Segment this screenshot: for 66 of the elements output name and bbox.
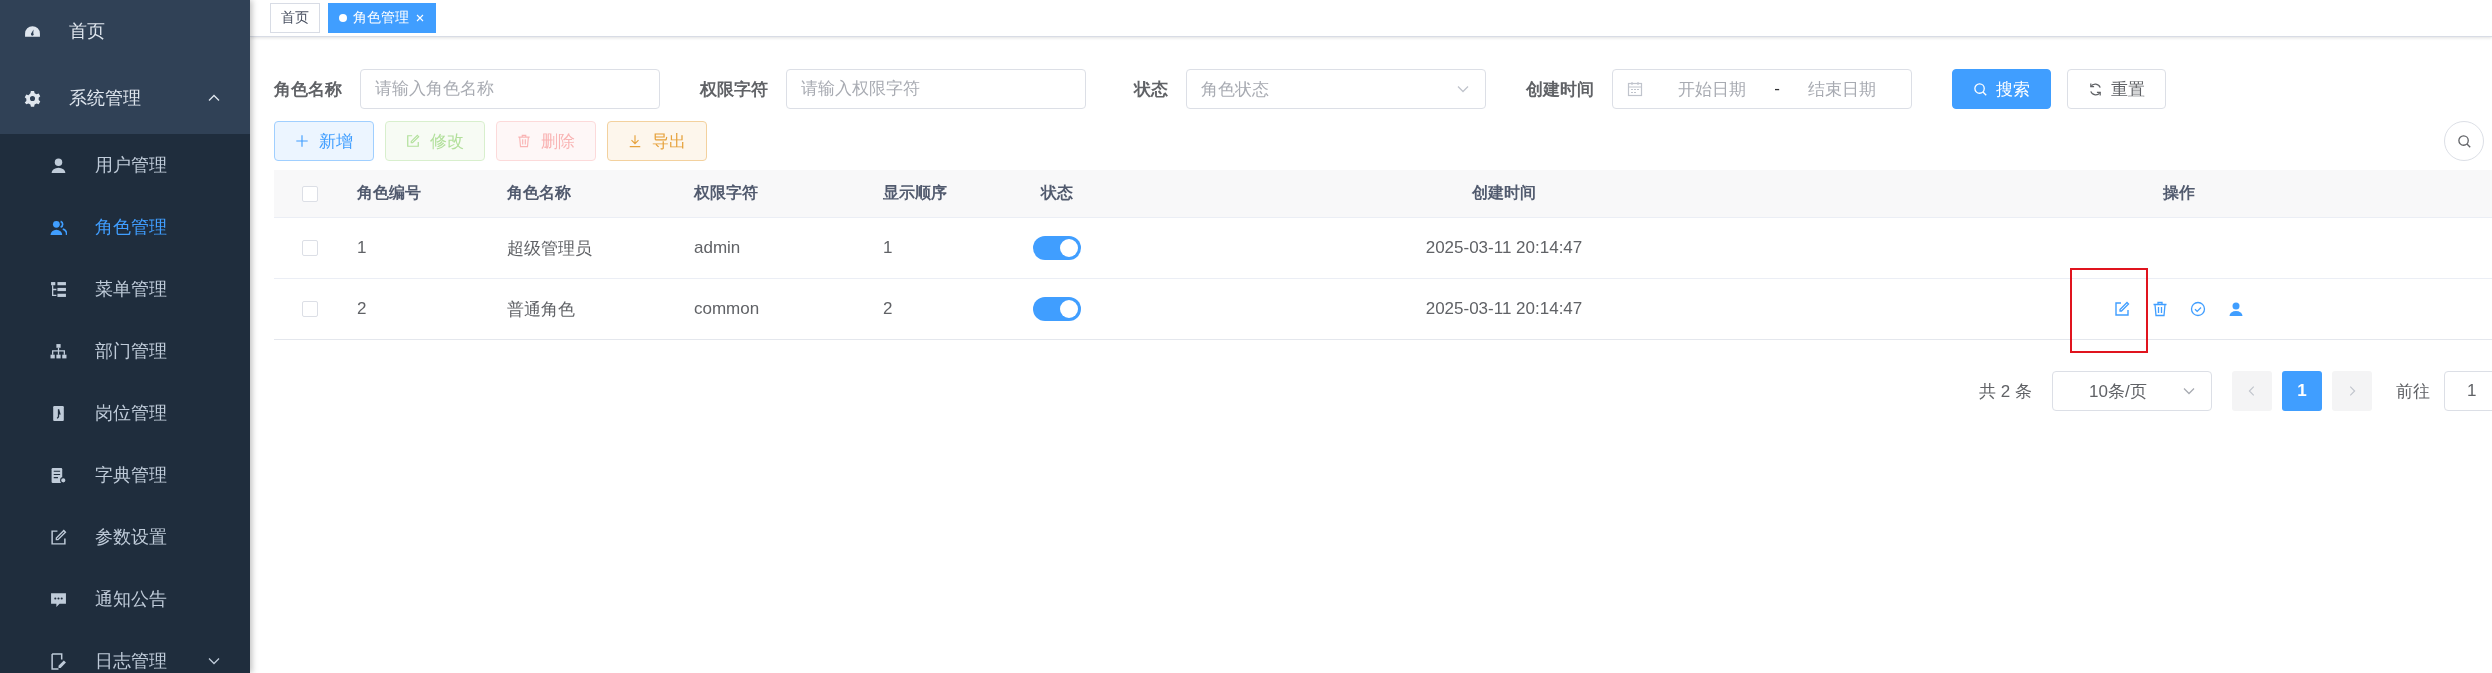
calendar-icon: [1627, 81, 1643, 97]
checkbox[interactable]: [301, 185, 318, 202]
column-header: 显示顺序: [883, 183, 947, 203]
reset-button[interactable]: 重置: [2067, 69, 2166, 109]
search-icon: [1973, 81, 1988, 97]
search-icon: [2456, 133, 2472, 149]
plus-icon: [295, 134, 309, 148]
checkbox[interactable]: [301, 240, 318, 256]
edit-icon: [406, 134, 420, 148]
table-cell: 2: [883, 299, 893, 319]
table-cell: 2025-03-11 20:14:47: [1425, 238, 1583, 258]
log-icon: [50, 652, 67, 670]
document-gear-icon: [50, 466, 67, 484]
row-action-button[interactable]: [2114, 301, 2130, 317]
trash-icon: [517, 134, 531, 148]
person-icon: [50, 156, 67, 174]
refresh-icon: [2088, 81, 2103, 97]
column-header: 角色编号: [357, 183, 421, 203]
download-icon: [628, 134, 642, 148]
table-cell-text: 普通角色: [507, 298, 575, 321]
column-header: 状态: [1041, 183, 1073, 203]
menu-item[interactable]: 系统管理: [0, 62, 250, 134]
column-header: 操作: [2163, 183, 2195, 203]
column-header: 权限字符: [694, 183, 758, 203]
edit-icon: [50, 528, 67, 546]
table-cell: 1: [357, 238, 367, 258]
check-circle-icon: [2190, 301, 2206, 317]
filter-label: 角色名称: [274, 78, 342, 101]
row-action-button[interactable]: [2228, 301, 2244, 317]
table-cell: common: [694, 299, 760, 319]
goto-label: 前往: [2396, 380, 2430, 403]
id-card-icon: [50, 404, 67, 422]
active-dot-icon: [339, 14, 347, 22]
search-toggle-button[interactable]: [2444, 121, 2484, 161]
row-action-button[interactable]: [2152, 301, 2168, 317]
menu-item[interactable]: 首页: [0, 0, 250, 62]
hierarchy-icon: [50, 342, 67, 360]
total-count: 共 2 条: [1979, 380, 2032, 403]
people-icon: [50, 218, 67, 236]
toggle-switch[interactable]: [1033, 297, 1081, 321]
page-tab[interactable]: 首页: [270, 3, 320, 33]
filter-label: 状态: [1134, 78, 1168, 101]
chat-icon: [50, 590, 67, 608]
date-range-field[interactable]: 开始日期 - 结束日期: [1612, 69, 1912, 109]
toggle-switch[interactable]: [1033, 236, 1081, 260]
table-cell-text: 超级管理员: [507, 237, 592, 260]
page-size-select[interactable]: 10条/页: [2052, 371, 2212, 411]
checkbox[interactable]: [301, 301, 318, 317]
edit-icon: [2114, 301, 2130, 317]
close-icon[interactable]: [415, 13, 425, 23]
filter-label: 创建时间: [1526, 78, 1594, 101]
text-field[interactable]: 请输入权限字符: [786, 69, 1086, 109]
gear-icon: [24, 89, 41, 107]
table-cell: 1: [883, 238, 893, 258]
person-icon: [2228, 301, 2244, 317]
filter-label: 权限字符: [700, 78, 768, 101]
row-action-button[interactable]: [2190, 301, 2206, 317]
column-header: 创建时间: [1472, 183, 1536, 203]
table-cell: 2: [357, 299, 367, 319]
table-cell: admin: [694, 238, 741, 258]
column-header: 角色名称: [507, 183, 571, 203]
text-field[interactable]: 请输入角色名称: [360, 69, 660, 109]
page-input[interactable]: 1: [2444, 371, 2492, 411]
tree-list-icon: [50, 280, 67, 298]
table-cell: 2025-03-11 20:14:47: [1425, 299, 1583, 319]
trash-icon: [2152, 301, 2168, 317]
